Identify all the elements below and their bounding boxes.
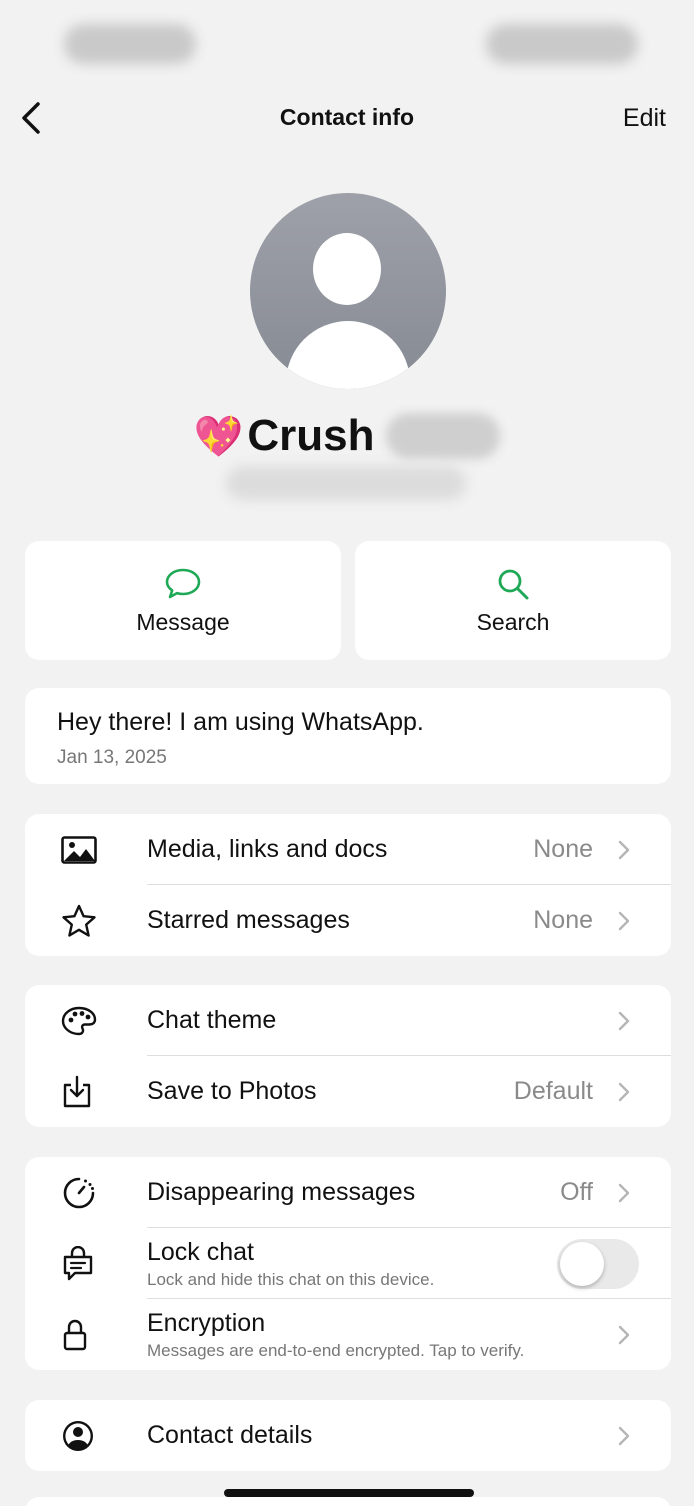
message-label: Message	[136, 609, 230, 635]
sparkling-heart-emoji: 💖	[193, 414, 244, 459]
search-icon	[496, 567, 530, 601]
about-card[interactable]: Hey there! I am using WhatsApp. Jan 13, …	[25, 688, 671, 784]
star-icon	[25, 904, 147, 938]
page-title: Contact info	[279, 104, 415, 130]
lock-chat-toggle[interactable]	[557, 1238, 639, 1289]
message-button[interactable]: Message	[25, 541, 341, 660]
theme-save-group: Chat theme Save to Photos Default	[25, 985, 671, 1127]
encryption-row[interactable]: Encryption Messages are end-to-end encry…	[25, 1299, 671, 1370]
edit-button[interactable]: Edit	[623, 104, 666, 133]
media-links-docs-value: None	[533, 835, 593, 863]
chevron-right-icon	[607, 840, 641, 860]
encryption-label: Encryption	[147, 1308, 266, 1337]
starred-messages-row[interactable]: Starred messages None	[25, 885, 671, 956]
lock-icon	[25, 1318, 147, 1352]
search-label: Search	[476, 609, 550, 635]
disappearing-messages-row[interactable]: Disappearing messages Off	[25, 1157, 671, 1228]
navigation-bar: Contact info Edit	[0, 90, 694, 146]
media-links-docs-row[interactable]: Media, links and docs None	[25, 814, 671, 885]
chevron-right-icon	[607, 1011, 641, 1031]
lock-chat-icon	[25, 1245, 147, 1282]
chevron-right-icon	[607, 1325, 641, 1345]
chat-bubble-icon	[164, 567, 202, 601]
disappearing-messages-value: Off	[560, 1178, 593, 1206]
chevron-right-icon	[607, 1082, 641, 1102]
phone-number-blurred	[226, 466, 466, 500]
person-circle-icon	[25, 1419, 147, 1453]
chevron-right-icon	[607, 1183, 641, 1203]
encryption-description: Messages are end-to-end encrypted. Tap t…	[147, 1340, 525, 1360]
privacy-group: Disappearing messages Off Lock chat Lock…	[25, 1157, 671, 1370]
avatar[interactable]	[250, 193, 446, 389]
avatar-head-shape	[313, 233, 381, 305]
timer-icon	[25, 1176, 147, 1210]
contact-details-group: Contact details	[25, 1400, 671, 1471]
image-icon	[25, 835, 147, 864]
home-indicator[interactable]	[224, 1489, 474, 1497]
contact-details-label: Contact details	[147, 1421, 313, 1449]
status-time-blurred	[64, 24, 196, 64]
lock-chat-row: Lock chat Lock and hide this chat on thi…	[25, 1228, 671, 1299]
chat-theme-row[interactable]: Chat theme	[25, 985, 671, 1056]
starred-messages-value: None	[533, 906, 593, 934]
media-links-docs-label: Media, links and docs	[147, 835, 388, 863]
status-bar	[0, 0, 694, 90]
save-to-photos-row[interactable]: Save to Photos Default	[25, 1056, 671, 1127]
about-status-text: Hey there! I am using WhatsApp.	[57, 708, 424, 736]
status-indicators-blurred	[486, 24, 638, 64]
about-date: Jan 13, 2025	[57, 747, 167, 768]
disappearing-messages-label: Disappearing messages	[147, 1178, 416, 1206]
contact-name-blurred	[386, 413, 501, 459]
toggle-knob	[560, 1241, 604, 1286]
save-download-icon	[25, 1075, 147, 1109]
next-card-peek	[25, 1497, 671, 1506]
save-to-photos-value: Default	[513, 1077, 593, 1105]
search-button[interactable]: Search	[355, 541, 671, 660]
lock-chat-description: Lock and hide this chat on this device.	[147, 1269, 435, 1289]
avatar-body-shape	[286, 321, 410, 389]
contact-name: Crush	[247, 411, 375, 460]
chevron-right-icon	[607, 1426, 641, 1446]
lock-chat-label: Lock chat	[147, 1237, 255, 1266]
chat-theme-label: Chat theme	[147, 1006, 277, 1034]
chevron-right-icon	[607, 911, 641, 931]
media-starred-group: Media, links and docs None Starred messa…	[25, 814, 671, 956]
save-to-photos-label: Save to Photos	[147, 1077, 317, 1105]
contact-details-row[interactable]: Contact details	[25, 1400, 671, 1471]
starred-messages-label: Starred messages	[147, 906, 350, 934]
contact-name-row: 💖 Crush	[0, 408, 694, 464]
palette-icon	[25, 1006, 147, 1036]
